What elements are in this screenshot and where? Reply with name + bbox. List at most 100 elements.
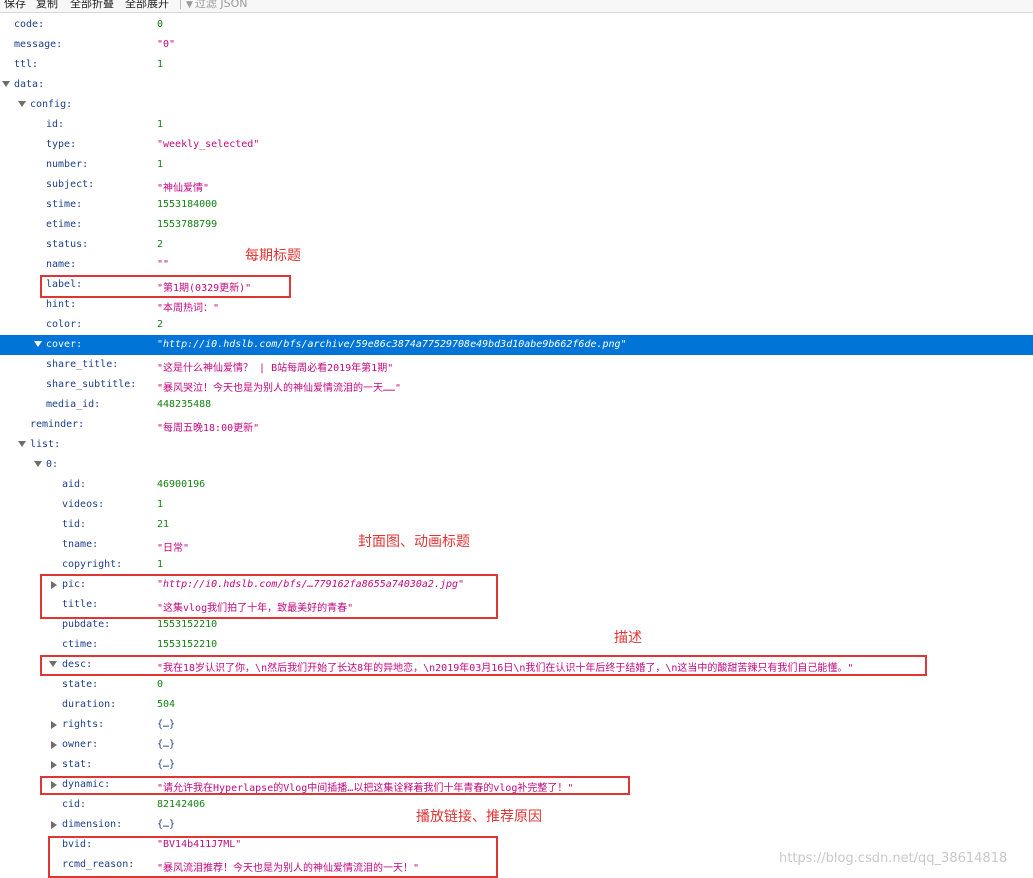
json-value: 82142406 bbox=[157, 799, 206, 810]
json-row[interactable]: type: "weekly_selected" bbox=[0, 135, 1033, 155]
json-row[interactable]: message: "0" bbox=[0, 35, 1033, 55]
json-value: 504 bbox=[157, 699, 176, 710]
json-key: cover: bbox=[46, 339, 83, 350]
json-value: 0 bbox=[157, 679, 164, 690]
expand-toggle-icon[interactable] bbox=[51, 721, 57, 729]
json-value: "每周五晚18:00更新" bbox=[157, 423, 260, 434]
json-row[interactable]: duration: 504 bbox=[0, 695, 1033, 715]
json-value: "0" bbox=[157, 39, 176, 50]
json-value: {…} bbox=[157, 759, 176, 770]
json-row[interactable]: videos: 1 bbox=[0, 495, 1033, 515]
json-value: "这是什么神仙爱情？ | B站每周必看2019年第1期" bbox=[157, 363, 394, 374]
json-value: 1 bbox=[157, 499, 164, 510]
toolbar-divider bbox=[180, 0, 181, 9]
json-key: dimension: bbox=[62, 819, 123, 830]
json-value: {…} bbox=[157, 739, 176, 750]
filter-placeholder: 过滤 JSON bbox=[194, 0, 248, 10]
label-annotation: 每期标题 bbox=[245, 248, 301, 264]
cover-title-annotation: 封面图、动画标题 bbox=[358, 534, 470, 550]
json-row[interactable]: media_id: 448235488 bbox=[0, 395, 1033, 415]
json-row[interactable]: hint: "本周热词：" bbox=[0, 295, 1033, 315]
json-key: share_subtitle: bbox=[46, 379, 137, 390]
json-key: ctime: bbox=[62, 639, 99, 650]
copy-button[interactable]: 复制 bbox=[36, 0, 58, 11]
json-row[interactable]: copyright: 1 bbox=[0, 555, 1033, 575]
collapse-toggle-icon[interactable] bbox=[34, 461, 42, 467]
json-key: share_title: bbox=[46, 359, 119, 370]
json-row[interactable]: state: 0 bbox=[0, 675, 1033, 695]
expand-toggle-icon[interactable] bbox=[51, 761, 57, 769]
json-key: list: bbox=[30, 439, 61, 450]
json-row[interactable]: color: 2 bbox=[0, 315, 1033, 335]
json-key: type: bbox=[46, 139, 77, 150]
json-key: data: bbox=[14, 79, 45, 90]
json-row[interactable]: stime: 1553184000 bbox=[0, 195, 1033, 215]
json-key: code: bbox=[14, 19, 45, 30]
json-row[interactable]: 0: bbox=[0, 455, 1033, 475]
json-row[interactable]: tid: 21 bbox=[0, 515, 1033, 535]
json-value: 1 bbox=[157, 59, 164, 70]
json-row[interactable]: data: bbox=[0, 75, 1033, 95]
json-value: "暴风哭泣！今天也是为别人的神仙爱情流泪的一天……" bbox=[157, 383, 402, 394]
json-row[interactable]: reminder: "每周五晚18:00更新" bbox=[0, 415, 1033, 435]
json-key: id: bbox=[46, 119, 65, 130]
json-row[interactable]: rights: {…} bbox=[0, 715, 1033, 735]
pic-title-highlight-box bbox=[40, 574, 498, 619]
json-row[interactable]: code: 0 bbox=[0, 15, 1033, 35]
json-value: 46900196 bbox=[157, 479, 206, 490]
json-key: copyright: bbox=[62, 559, 123, 570]
json-row[interactable]: etime: 1553788799 bbox=[0, 215, 1033, 235]
json-key: tid: bbox=[62, 519, 87, 530]
json-row[interactable]: subject: "神仙爱情" bbox=[0, 175, 1033, 195]
json-row[interactable]: owner: {…} bbox=[0, 735, 1033, 755]
json-row[interactable]: id: 1 bbox=[0, 115, 1033, 135]
bvid-reason-highlight-box bbox=[48, 836, 498, 878]
json-row[interactable]: share_title: "这是什么神仙爱情？ | B站每周必看2019年第1期" bbox=[0, 355, 1033, 375]
filter-icon: ▼ bbox=[186, 0, 193, 10]
json-value: 1553788799 bbox=[157, 219, 218, 230]
json-key: color: bbox=[46, 319, 83, 330]
json-key: name: bbox=[46, 259, 77, 270]
json-key: owner: bbox=[62, 739, 99, 750]
json-value: 1 bbox=[157, 119, 164, 130]
filter-json-input[interactable]: ▼ 过滤 JSON bbox=[186, 0, 248, 11]
expand-toggle-icon[interactable] bbox=[51, 741, 57, 749]
json-key: state: bbox=[62, 679, 99, 690]
collapse-toggle-icon[interactable] bbox=[34, 341, 42, 347]
json-key: cid: bbox=[62, 799, 87, 810]
expand-all-button[interactable]: 全部展开 bbox=[125, 0, 169, 11]
json-key: message: bbox=[14, 39, 63, 50]
json-value: "本周热词：" bbox=[157, 303, 220, 314]
collapse-all-button[interactable]: 全部折叠 bbox=[70, 0, 114, 11]
json-row[interactable]: name: "" bbox=[0, 255, 1033, 275]
json-key: hint: bbox=[46, 299, 77, 310]
json-value: 2 bbox=[157, 319, 164, 330]
json-row[interactable]: status: 2 bbox=[0, 235, 1033, 255]
json-row[interactable]: ttl: 1 bbox=[0, 55, 1033, 75]
json-row[interactable]: share_subtitle: "暴风哭泣！今天也是为别人的神仙爱情流泪的一天……… bbox=[0, 375, 1033, 395]
json-key: duration: bbox=[62, 699, 117, 710]
collapse-toggle-icon[interactable] bbox=[18, 441, 26, 447]
json-row[interactable]: ctime: 1553152210 bbox=[0, 635, 1033, 655]
save-button[interactable]: 保存 bbox=[4, 0, 26, 11]
watermark: https://blog.csdn.net/qq_38614818 bbox=[779, 851, 1008, 866]
json-value: 1 bbox=[157, 159, 164, 170]
json-key: etime: bbox=[46, 219, 83, 230]
json-row[interactable]: tname: "日常" bbox=[0, 535, 1033, 555]
collapse-toggle-icon[interactable] bbox=[2, 81, 10, 87]
json-key: rights: bbox=[62, 719, 105, 730]
json-value: "weekly_selected" bbox=[157, 139, 260, 150]
json-value: 2 bbox=[157, 239, 164, 250]
json-row[interactable]: number: 1 bbox=[0, 155, 1033, 175]
json-row[interactable]: config: bbox=[0, 95, 1033, 115]
json-row[interactable]: aid: 46900196 bbox=[0, 475, 1033, 495]
json-row[interactable]: cover: "http://i0.hdslb.com/bfs/archive/5… bbox=[0, 335, 1033, 355]
expand-toggle-icon[interactable] bbox=[51, 821, 57, 829]
link-reason-annotation: 播放链接、推荐原因 bbox=[416, 809, 542, 825]
json-value: "神仙爱情" bbox=[157, 183, 210, 194]
json-row[interactable]: list: bbox=[0, 435, 1033, 455]
json-key: number: bbox=[46, 159, 89, 170]
collapse-toggle-icon[interactable] bbox=[18, 101, 26, 107]
json-key: stime: bbox=[46, 199, 83, 210]
json-row[interactable]: stat: {…} bbox=[0, 755, 1033, 775]
